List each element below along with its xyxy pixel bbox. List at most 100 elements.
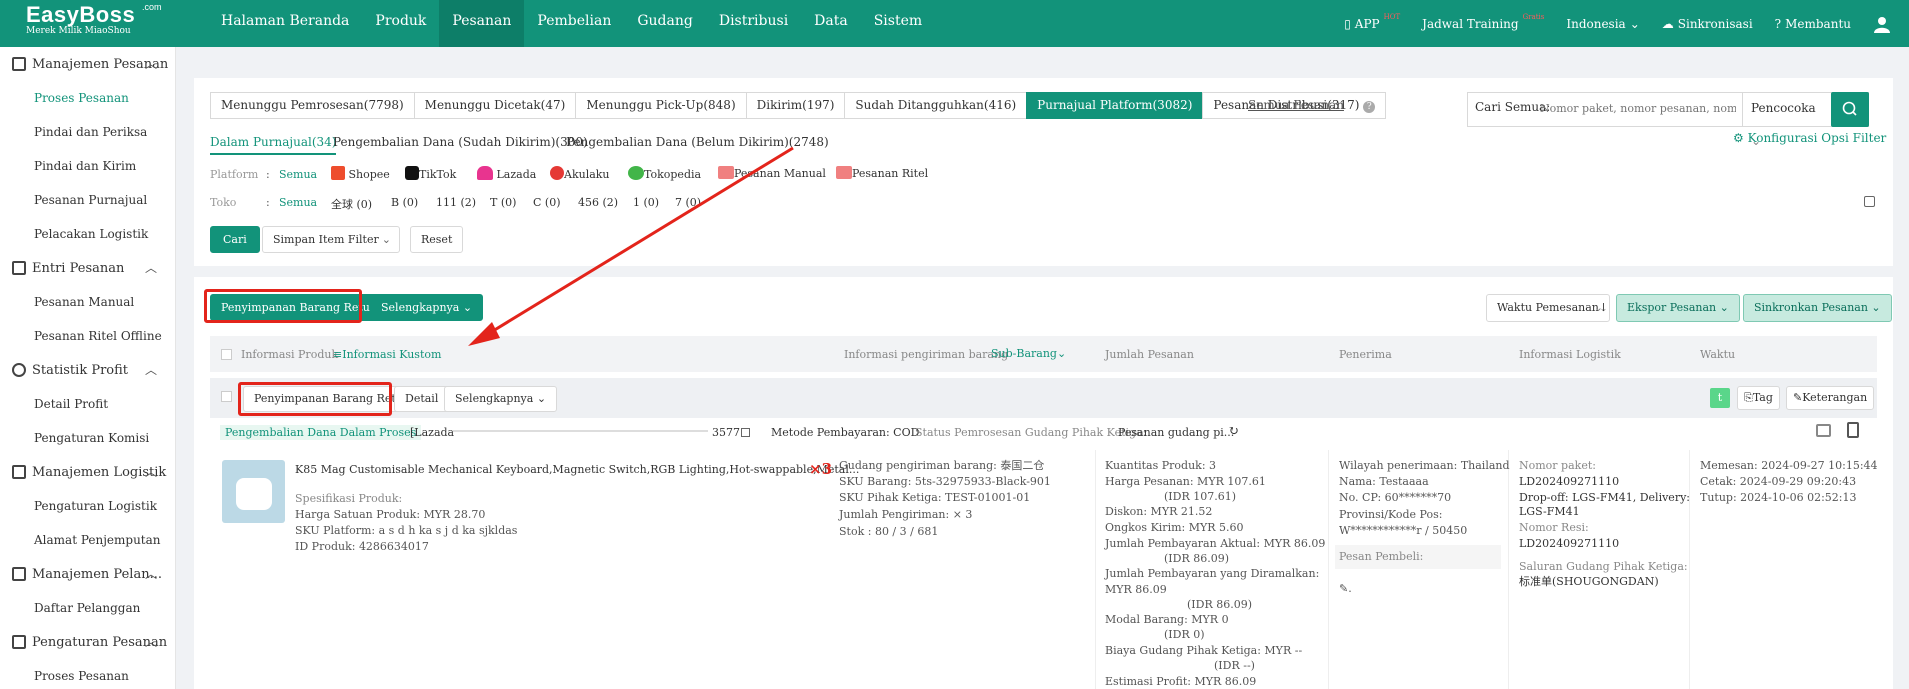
shopee-icon [331, 166, 345, 180]
sidebar-item-pelacakan-logistik[interactable]: Pelacakan Logistik [0, 217, 175, 251]
sidebar-item-detail-profit[interactable]: Detail Profit [0, 387, 175, 421]
product-title[interactable]: K85 Mag Customisable Mechanical Keyboard… [295, 463, 859, 476]
save-filter-button[interactable]: Simpan Item Filter ⌄ [262, 226, 400, 253]
more-actions-button[interactable]: Selengkapnya ⌄ [370, 294, 484, 321]
nav-sistem[interactable]: Sistem [861, 0, 935, 47]
customer-icon [12, 567, 26, 581]
platform-ritel[interactable]: Pesanan Ritel [836, 166, 928, 180]
printer-icon[interactable] [1816, 424, 1831, 437]
subtab-pengembalian-belum[interactable]: Pengembalian Dana (Belum Dikirim)(2748) [566, 135, 829, 149]
sidebar-item-proses-pesanan[interactable]: Proses Pesanan [0, 81, 175, 115]
language-select[interactable]: Indonesia ⌄ [1555, 17, 1650, 31]
amount-line: Harga Pesanan: MYR 107.61 [1105, 475, 1266, 488]
amount-line: Jumlah Pembayaran yang Diramalkan: [1105, 567, 1320, 580]
subtab-pengembalian-sudah[interactable]: Pengembalian Dana (Sudah Dikirim)(300) [333, 135, 588, 149]
platform-manual[interactable]: Pesanan Manual [718, 166, 826, 180]
sidebar-item-daftar-pelanggan[interactable]: Daftar Pelanggan [0, 591, 175, 625]
th-custom[interactable]: ≡Informasi Kustom [333, 348, 441, 361]
top-navbar: EasyBoss .com Merek Milik MiaoShou Halam… [0, 0, 1909, 47]
export-button[interactable]: Ekspor Pesanan ⌄ [1616, 294, 1740, 322]
app-download[interactable]: ▯ APP HOT [1333, 13, 1411, 31]
t-badge[interactable]: t [1710, 388, 1730, 408]
sidebar-item-pindai-periksa[interactable]: Pindai dan Periksa [0, 115, 175, 149]
tab-menunggu-pemrosesan[interactable]: Menunggu Pemrosesan(7798) [210, 92, 415, 119]
platform-shopee[interactable]: Shopee [331, 166, 390, 181]
sidebar-item-pesanan-manual[interactable]: Pesanan Manual [0, 285, 175, 319]
nav-data[interactable]: Data [801, 0, 861, 47]
platform-all[interactable]: Semua [279, 168, 317, 181]
pencil-icon[interactable]: ✎. [1339, 582, 1352, 595]
config-filter-link[interactable]: ⚙ Konfigurasi Opsi Filter [1733, 131, 1886, 145]
tag-button[interactable]: ⎘Tag [1737, 386, 1780, 410]
sidebar-group-manajemen-logistik[interactable]: Manajemen Logistik ︿ [0, 455, 175, 489]
logistics-tracking-no[interactable]: LD2024092711102100 [1519, 537, 1619, 550]
time-sort-select[interactable]: Waktu Pemesanan↓ ⌄ [1486, 294, 1610, 322]
tab-dikirim[interactable]: Dikirim(197) [745, 92, 846, 119]
nav-home[interactable]: Halaman Beranda [208, 0, 362, 47]
copy-icon[interactable] [741, 428, 750, 437]
reset-button[interactable]: Reset [410, 226, 464, 253]
toko-item[interactable]: 7 (0) [675, 196, 701, 209]
toko-item[interactable]: 456 (2) [578, 196, 618, 209]
platform-tiktok[interactable]: TikTok [405, 166, 456, 181]
product-image[interactable] [222, 460, 285, 523]
cari-button[interactable]: Cari [210, 226, 260, 253]
toko-item[interactable]: 111 (2) [436, 196, 476, 209]
tab-menunggu-dicetak[interactable]: Menunggu Dicetak(47) [413, 92, 577, 119]
select-all-checkbox[interactable] [221, 349, 232, 360]
platform-tiktok-label: TikTok [419, 168, 457, 181]
training-link[interactable]: Jadwal Training Gratis [1411, 13, 1555, 31]
semua-pesanan-link[interactable]: Semua Pesanan [1248, 98, 1344, 112]
nav-pembelian[interactable]: Pembelian [524, 0, 624, 47]
sidebar-group-entri-pesanan[interactable]: Entri Pesanan ︿ [0, 251, 175, 285]
tab-ditangguhkan[interactable]: Sudah Ditangguhkan(416) [844, 92, 1028, 119]
toko-item[interactable]: 全球 (0) [331, 196, 372, 212]
refresh-icon[interactable]: ↻ [1228, 424, 1239, 439]
sidebar-group-statistik-profit[interactable]: Statistik Profit ︿ [0, 353, 175, 387]
clipboard-icon[interactable] [1847, 422, 1859, 438]
row-detail-button[interactable]: Detail [394, 386, 450, 412]
note-button[interactable]: ✎Keterangan [1786, 386, 1875, 410]
search-input[interactable] [1540, 96, 1736, 120]
platform-lazada[interactable]: Lazada [477, 166, 536, 181]
sidebar-item-proses-otomatis[interactable]: Proses Pesanan Otomatis [0, 659, 175, 689]
sidebar-item-pindai-kirim[interactable]: Pindai dan Kirim [0, 149, 175, 183]
tab-purnajual-platform[interactable]: Purnajual Platform(3082) [1026, 92, 1204, 119]
more-actions-label: Selengkapnya [381, 301, 460, 314]
sidebar-item-pengaturan-logistik[interactable]: Pengaturan Logistik [0, 489, 175, 523]
sync-orders-button[interactable]: Sinkronkan Pesanan ⌄ [1743, 294, 1892, 322]
sidebar-item-alamat-penjemputan[interactable]: Alamat Penjemputan [0, 523, 175, 557]
sidebar-item-pesanan-ritel[interactable]: Pesanan Ritel Offline [0, 319, 175, 353]
nav-produk[interactable]: Produk [362, 0, 439, 47]
app-logo[interactable]: EasyBoss .com Merek Milik MiaoShou [26, 2, 162, 36]
nav-distribusi[interactable]: Distribusi [706, 0, 801, 47]
order-number[interactable]: 3577 [712, 426, 740, 439]
toko-item[interactable]: B (0) [391, 196, 418, 209]
tab-menunggu-pickup[interactable]: Menunggu Pick-Up(848) [575, 92, 747, 119]
toko-item[interactable]: T (0) [490, 196, 516, 209]
sync-link[interactable]: ☁ Sinkronisasi [1651, 17, 1764, 31]
user-avatar[interactable] [1862, 15, 1909, 33]
toko-item[interactable]: C (0) [533, 196, 561, 209]
sidebar-group-manajemen-pelanggan[interactable]: Manajemen Pelan... ︿ [0, 557, 175, 591]
logistics-package-no[interactable]: LD2024092711102100574 [1519, 475, 1619, 488]
sidebar-group-pengaturan-pesanan[interactable]: Pengaturan Pesanan ︿ [0, 625, 175, 659]
logo-subtitle: Merek Milik MiaoShou [26, 26, 131, 36]
toko-item[interactable]: 1 (0) [633, 196, 659, 209]
platform-tokopedia[interactable]: Tokopedia [628, 166, 701, 181]
th-sub-barang[interactable]: Sub-Barang⌄ [991, 347, 1066, 360]
help-link[interactable]: ? Membantu [1764, 17, 1862, 31]
toko-all[interactable]: Semua [279, 196, 317, 209]
row-more-button[interactable]: Selengkapnya ⌄ [444, 386, 558, 412]
platform-akulaku[interactable]: Akulaku [550, 166, 610, 181]
sidebar-item-pesanan-purnajual[interactable]: Pesanan Purnajual [0, 183, 175, 217]
row-checkbox[interactable] [221, 391, 232, 402]
nav-pesanan[interactable]: Pesanan [439, 0, 525, 47]
nav-gudang[interactable]: Gudang [624, 0, 706, 47]
expand-icon[interactable] [1864, 196, 1875, 207]
search-mode-select[interactable]: Pencocoka ⌄ [1742, 92, 1827, 148]
sidebar-item-pengaturan-komisi[interactable]: Pengaturan Komisi [0, 421, 175, 455]
sidebar-group-manajemen-pesanan[interactable]: Manajemen Pesanan ︿ [0, 47, 175, 81]
subtab-dalam-purnajual[interactable]: Dalam Purnajual(34) [210, 135, 337, 155]
search-button[interactable] [1831, 92, 1869, 127]
